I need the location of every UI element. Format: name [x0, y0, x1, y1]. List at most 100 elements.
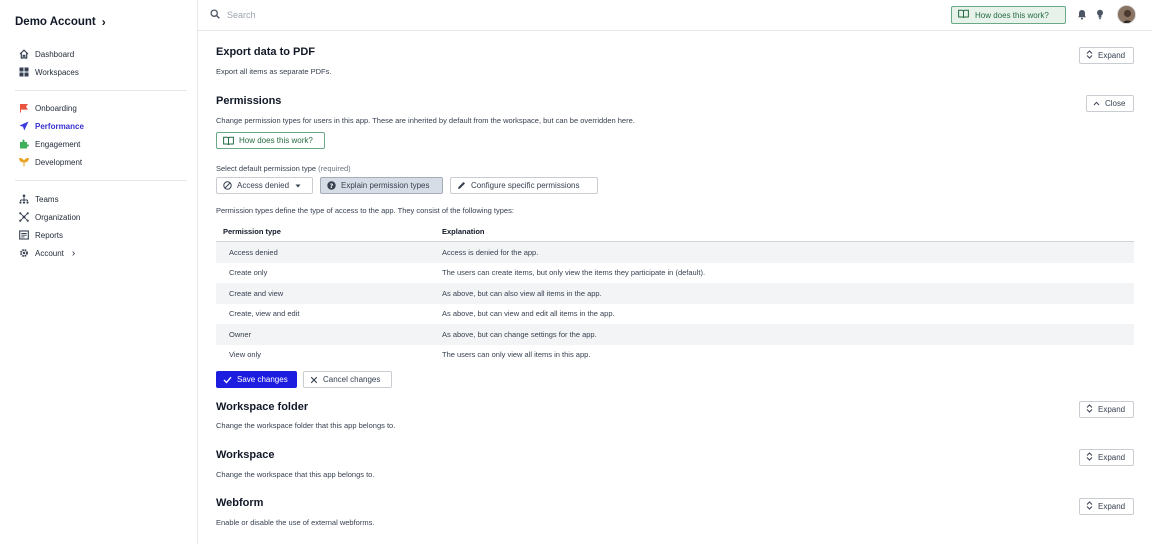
table-row: Create, view and edit As above, but can … — [216, 304, 1134, 325]
sidebar-item-label: Engagement — [35, 139, 81, 149]
search-placeholder: Search — [227, 10, 256, 20]
configure-label: Configure specific permissions — [471, 181, 580, 190]
permissions-close-button[interactable]: Close — [1086, 95, 1134, 112]
svg-text:?: ? — [330, 182, 334, 190]
send-icon — [18, 121, 29, 132]
workspace-folder-desc: Change the workspace folder that this ap… — [216, 421, 396, 430]
workspace-desc: Change the workspace that this app belon… — [216, 470, 375, 479]
sidebar-divider — [15, 180, 187, 181]
table-row: Create only The users can create items, … — [216, 263, 1134, 284]
sidebar-item-label: Workspaces — [35, 67, 79, 77]
permission-type-cell: View only — [229, 350, 261, 360]
webform-title: Webform — [216, 497, 264, 509]
sidebar-item-account[interactable]: Account › — [0, 244, 198, 262]
teams-icon — [18, 194, 29, 205]
avatar[interactable] — [1117, 5, 1136, 24]
question-circle-icon: ? — [327, 181, 336, 190]
sidebar-item-dashboard[interactable]: Dashboard — [0, 45, 198, 63]
check-icon — [223, 376, 232, 384]
sidebar-item-label: Onboarding — [35, 103, 77, 113]
permissions-desc: Change permission types for users in thi… — [216, 116, 635, 125]
export-title: Export data to PDF — [216, 46, 316, 58]
book-icon — [958, 9, 969, 21]
sidebar-item-label: Development — [35, 157, 83, 167]
table-intro: Permission types define the type of acce… — [216, 206, 514, 215]
close-icon — [310, 376, 318, 384]
selected-permission-value: Access denied — [237, 181, 290, 190]
permissions-help-button[interactable]: How does this work? — [216, 132, 325, 149]
org-icon — [18, 212, 29, 223]
permission-type-cell: Create, view and edit — [229, 309, 300, 319]
sidebar: Demo Account › Dashboard Workspaces Onbo… — [0, 0, 198, 544]
sidebar-item-reports[interactable]: Reports — [0, 226, 198, 244]
permission-type-cell: Access denied — [229, 247, 278, 257]
sidebar-item-label: Organization — [35, 212, 81, 222]
column-header: Explanation — [442, 227, 485, 236]
explanation-cell: As above, but can also view all items in… — [442, 288, 602, 298]
explanation-cell: As above, but can view and edit all item… — [442, 309, 615, 319]
save-changes-button[interactable]: Save changes — [216, 371, 297, 388]
nav-group-main: Dashboard Workspaces — [0, 45, 198, 81]
workspace-folder-title: Workspace folder — [216, 401, 309, 413]
table-header: Permission type Explanation — [216, 222, 1134, 242]
explanation-cell: As above, but can change settings for th… — [442, 329, 597, 339]
explanation-cell: Access is denied for the app. — [442, 247, 539, 257]
sidebar-item-onboarding[interactable]: Onboarding — [0, 99, 198, 117]
reports-icon — [18, 230, 29, 241]
chevron-right-icon: › — [71, 247, 76, 259]
sidebar-item-label: Teams — [35, 194, 59, 204]
table-row: Create and view As above, but can also v… — [216, 283, 1134, 304]
sidebar-item-teams[interactable]: Teams — [0, 190, 198, 208]
nav-group-apps: Onboarding Performance Engagement Develo… — [0, 99, 198, 171]
block-icon — [223, 181, 232, 190]
permission-type-cell: Create only — [229, 268, 268, 278]
sidebar-item-development[interactable]: Development — [0, 153, 198, 171]
expand-label: Expand — [1098, 453, 1126, 462]
expand-icon — [1086, 50, 1093, 61]
gear-icon — [18, 248, 29, 259]
search-input[interactable]: Search — [210, 9, 256, 21]
sidebar-item-label: Account — [35, 248, 64, 258]
sidebar-item-label: Performance — [35, 121, 84, 131]
select-permission-label: Select default permission type (required… — [216, 164, 351, 173]
sidebar-divider — [15, 90, 187, 91]
expand-icon — [1086, 501, 1093, 512]
workspace-title: Workspace — [216, 449, 275, 461]
how-does-this-work-button[interactable]: How does this work? — [951, 6, 1066, 24]
expand-icon — [1086, 452, 1093, 463]
configure-specific-permissions-button[interactable]: Configure specific permissions — [450, 177, 598, 194]
expand-icon — [1086, 404, 1093, 415]
sidebar-item-performance[interactable]: Performance — [0, 117, 198, 135]
grid-icon — [18, 67, 29, 78]
permission-types-table: Permission type Explanation Access denie… — [216, 222, 1134, 365]
close-label: Close — [1105, 99, 1126, 108]
webform-expand-button[interactable]: Expand — [1079, 498, 1134, 515]
workspace-folder-expand-button[interactable]: Expand — [1079, 401, 1134, 418]
table-row: Access denied Access is denied for the a… — [216, 242, 1134, 263]
save-label: Save changes — [237, 375, 288, 384]
cancel-changes-button[interactable]: Cancel changes — [303, 371, 392, 388]
workspace-expand-button[interactable]: Expand — [1079, 449, 1134, 466]
nav-group-admin: Teams Organization Reports Account › — [0, 190, 198, 262]
sidebar-item-organization[interactable]: Organization — [0, 208, 198, 226]
permission-type-select[interactable]: Access denied — [216, 177, 313, 194]
sidebar-item-label: Dashboard — [35, 49, 75, 59]
export-expand-button[interactable]: Expand — [1079, 47, 1134, 64]
bell-icon[interactable] — [1077, 9, 1087, 22]
permission-type-cell: Create and view — [229, 288, 284, 298]
explanation-cell: The users can create items, but only vie… — [442, 268, 706, 278]
account-name: Demo Account — [15, 16, 96, 28]
permission-type-cell: Owner — [229, 329, 252, 339]
expand-label: Expand — [1098, 405, 1126, 414]
explanation-cell: The users can only view all items in thi… — [442, 350, 591, 360]
expand-label: Expand — [1098, 502, 1126, 511]
explain-permission-types-button[interactable]: ? Explain permission types — [320, 177, 443, 194]
lightbulb-icon[interactable] — [1096, 9, 1104, 22]
export-desc: Export all items as separate PDFs. — [216, 67, 332, 76]
top-bar: Search How does this work? — [198, 0, 1152, 31]
account-switcher[interactable]: Demo Account › — [15, 15, 106, 29]
sidebar-item-workspaces[interactable]: Workspaces — [0, 63, 198, 81]
explain-label: Explain permission types — [341, 181, 430, 190]
sprout-icon — [18, 157, 29, 168]
sidebar-item-engagement[interactable]: Engagement — [0, 135, 198, 153]
